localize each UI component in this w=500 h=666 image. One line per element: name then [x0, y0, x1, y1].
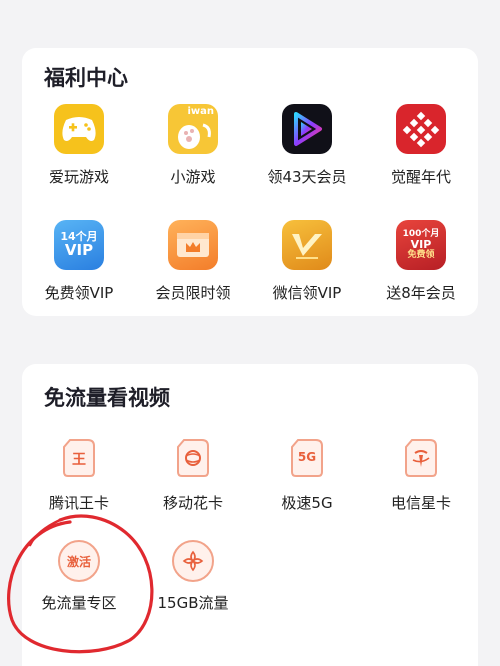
mini-game-cat-icon: iwan	[168, 104, 218, 154]
activate-glyph: 激活	[66, 554, 91, 569]
traffic-item-label: 腾讯王卡	[48, 494, 109, 512]
welfare-item-8-year-member[interactable]: 100个月 VIP 免费领 送8年会员	[364, 220, 478, 336]
welfare-title: 福利中心	[44, 66, 128, 90]
traffic-item-free-traffic-zone[interactable]: 激活 免流量专区	[22, 540, 136, 644]
traffic-title: 免流量看视频	[44, 386, 170, 410]
vip-100-month-icon: 100个月 VIP 免费领	[396, 220, 446, 270]
welfare-item-label: 微信领VIP	[272, 284, 342, 302]
traffic-item-tencent-king-card[interactable]: 王 腾讯王卡	[22, 436, 136, 540]
gold-v-icon	[282, 220, 332, 270]
welfare-item-label: 小游戏	[170, 168, 216, 186]
welfare-item-label: 觉醒年代	[390, 168, 451, 186]
sim-glyph: 王	[72, 452, 86, 468]
gamepad-icon	[54, 104, 104, 154]
awakening-era-icon	[396, 104, 446, 154]
traffic-card: 免流量看视频 王 腾讯王卡 移动花卡 5G 极速5G 电信星卡 激活 免流量专区…	[22, 364, 478, 666]
video-play-icon	[282, 104, 332, 154]
vip-14-month-icon: 14个月 VIP	[54, 220, 104, 270]
welfare-item-limited-member[interactable]: 会员限时领	[136, 220, 250, 336]
sim-mobile-icon	[175, 438, 211, 478]
traffic-item-mobile-flower-card[interactable]: 移动花卡	[136, 436, 250, 540]
activate-icon: 激活	[58, 540, 100, 582]
unicom-icon	[172, 540, 214, 582]
traffic-item-5g[interactable]: 5G 极速5G	[250, 436, 364, 540]
traffic-grid: 王 腾讯王卡 移动花卡 5G 极速5G 电信星卡 激活 免流量专区 15GB流量	[22, 436, 478, 644]
iwan-badge: iwan	[187, 106, 214, 117]
sim-telecom-icon	[403, 438, 439, 478]
welfare-item-ai-wan-game[interactable]: 爱玩游戏	[22, 104, 136, 220]
welfare-item-label: 会员限时领	[155, 284, 231, 302]
traffic-item-label: 极速5G	[281, 494, 333, 512]
welfare-item-label: 领43天会员	[267, 168, 347, 186]
traffic-item-label: 15GB流量	[157, 594, 229, 612]
welfare-item-label: 免费领VIP	[44, 284, 114, 302]
welfare-grid: 爱玩游戏 iwan 小游戏 领43天会员 觉醒年代 14个月 VIP 免费领VI…	[22, 104, 478, 336]
traffic-item-15gb[interactable]: 15GB流量	[136, 540, 250, 644]
welfare-item-awakening-era[interactable]: 觉醒年代	[364, 104, 478, 220]
welfare-item-mini-game[interactable]: iwan 小游戏	[136, 104, 250, 220]
traffic-item-label: 免流量专区	[41, 594, 117, 612]
welfare-item-wechat-vip[interactable]: 微信领VIP	[250, 220, 364, 336]
free-claim-text: 免费领	[407, 249, 435, 260]
welfare-item-label: 爱玩游戏	[48, 168, 109, 186]
crown-card-icon	[168, 220, 218, 270]
welfare-card: 福利中心 爱玩游戏 iwan 小游戏 领43天会员 觉醒年代 14个月 VIP …	[22, 48, 478, 316]
traffic-item-label: 移动花卡	[162, 494, 223, 512]
vip-text: VIP	[64, 240, 94, 259]
welfare-item-label: 送8年会员	[386, 284, 456, 302]
traffic-item-telecom-star-card[interactable]: 电信星卡	[364, 436, 478, 540]
sim-5g-icon: 5G	[289, 438, 325, 478]
sim-glyph: 5G	[297, 450, 317, 464]
welfare-item-free-vip[interactable]: 14个月 VIP 免费领VIP	[22, 220, 136, 336]
sim-king-icon: 王	[61, 438, 97, 478]
traffic-item-label: 电信星卡	[390, 494, 451, 512]
welfare-item-43-day-member[interactable]: 领43天会员	[250, 104, 364, 220]
